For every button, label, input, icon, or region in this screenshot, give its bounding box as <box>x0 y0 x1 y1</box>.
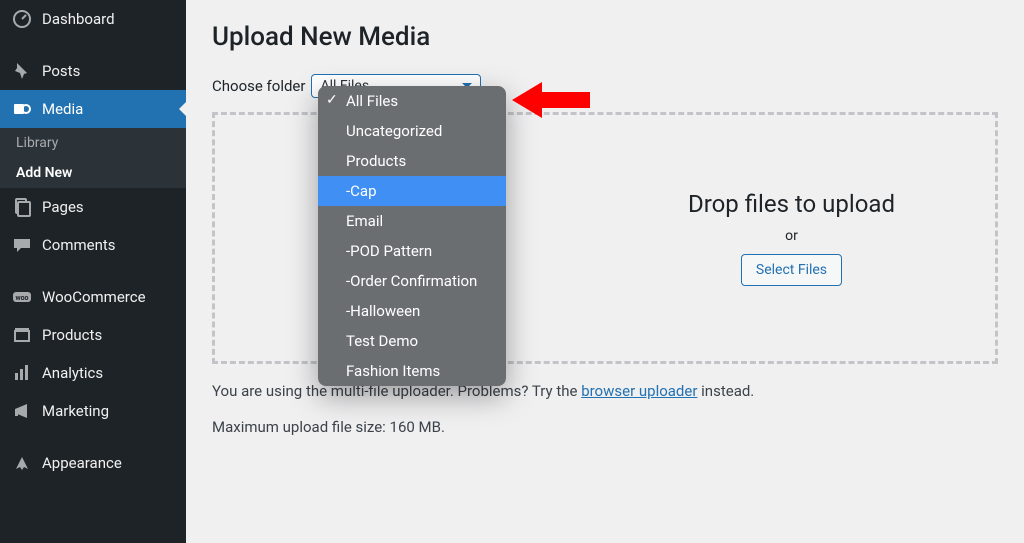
dashboard-icon <box>12 9 32 29</box>
folder-dropdown[interactable]: All Files Uncategorized Products -Cap Em… <box>318 86 506 386</box>
svg-text:woo: woo <box>15 294 28 302</box>
sidebar-item-dashboard[interactable]: Dashboard <box>0 0 186 38</box>
appearance-icon <box>12 453 32 473</box>
menu-separator <box>0 430 186 444</box>
sidebar-item-label: Pages <box>42 198 84 216</box>
sidebar-item-label: Appearance <box>42 454 122 472</box>
folder-option-uncategorized[interactable]: Uncategorized <box>318 116 506 146</box>
sidebar-item-label: Analytics <box>42 364 103 382</box>
folder-option-halloween[interactable]: -Halloween <box>318 296 506 326</box>
analytics-icon <box>12 363 32 383</box>
products-icon <box>12 325 32 345</box>
sidebar-item-label: WooCommerce <box>42 288 146 306</box>
folder-option-cap[interactable]: -Cap <box>318 176 506 206</box>
sidebar-item-comments[interactable]: Comments <box>0 226 186 264</box>
sidebar-item-label: Posts <box>42 62 80 80</box>
marketing-icon <box>12 401 32 421</box>
dropzone-title: Drop files to upload <box>688 190 895 218</box>
menu-separator <box>0 38 186 52</box>
sidebar-item-pages[interactable]: Pages <box>0 188 186 226</box>
pointer-arrow-icon <box>512 82 590 122</box>
sidebar-item-label: Products <box>42 326 102 344</box>
folder-option-all-files[interactable]: All Files <box>318 86 506 116</box>
sidebar-item-label: Comments <box>42 236 116 254</box>
sidebar-item-label: Dashboard <box>42 10 115 28</box>
help-suffix: instead. <box>697 382 754 400</box>
dropzone-or: or <box>785 228 798 244</box>
menu-separator <box>0 264 186 278</box>
sidebar-item-analytics[interactable]: Analytics <box>0 354 186 392</box>
admin-sidebar: Dashboard Posts Media Library Add New Pa… <box>0 0 186 543</box>
folder-option-order-confirmation[interactable]: -Order Confirmation <box>318 266 506 296</box>
admin-menu: Dashboard Posts Media Library Add New Pa… <box>0 0 186 482</box>
sidebar-item-label: Marketing <box>42 402 109 420</box>
sidebar-item-appearance[interactable]: Appearance <box>0 444 186 482</box>
select-files-button[interactable]: Select Files <box>741 254 842 286</box>
dropzone-inner: Drop files to upload or Select Files <box>688 190 895 286</box>
max-upload-text: Maximum upload file size: 160 MB. <box>212 418 998 436</box>
main-content: Upload New Media Choose folder All Files… <box>186 0 1024 543</box>
page-title: Upload New Media <box>212 22 998 52</box>
sidebar-submenu-media: Library Add New <box>0 128 186 188</box>
browser-uploader-link[interactable]: browser uploader <box>581 382 697 400</box>
sidebar-item-woocommerce[interactable]: woo WooCommerce <box>0 278 186 316</box>
sidebar-item-products[interactable]: Products <box>0 316 186 354</box>
pages-icon <box>12 197 32 217</box>
woo-icon: woo <box>12 287 32 307</box>
sidebar-item-label: Media <box>42 100 83 118</box>
folder-option-email[interactable]: Email <box>318 206 506 236</box>
sidebar-item-marketing[interactable]: Marketing <box>0 392 186 430</box>
sidebar-item-posts[interactable]: Posts <box>0 52 186 90</box>
sidebar-subitem-library[interactable]: Library <box>0 128 186 158</box>
folder-option-products[interactable]: Products <box>318 146 506 176</box>
media-icon <box>12 99 32 119</box>
folder-option-pod-pattern[interactable]: -POD Pattern <box>318 236 506 266</box>
pin-icon <box>12 61 32 81</box>
sidebar-subitem-add-new[interactable]: Add New <box>0 158 186 188</box>
folder-option-fashion-items[interactable]: Fashion Items <box>318 356 506 386</box>
folder-option-test-demo[interactable]: Test Demo <box>318 326 506 356</box>
sidebar-item-media[interactable]: Media <box>0 90 186 128</box>
choose-folder-label: Choose folder <box>212 77 305 95</box>
comments-icon <box>12 235 32 255</box>
